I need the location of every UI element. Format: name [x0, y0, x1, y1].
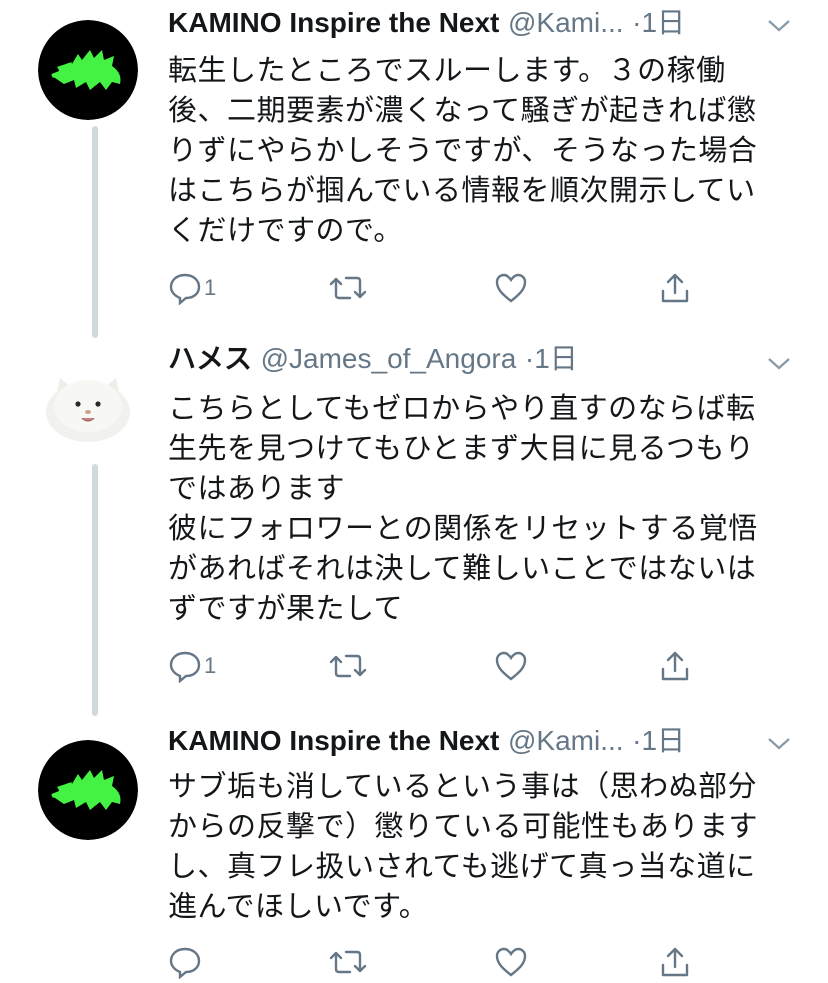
user-handle[interactable]: @Kami...: [508, 7, 624, 38]
tweet-text: サブ垢も消しているという事は（思わぬ部分 からの反撃で）懲りている可能性もありま…: [168, 766, 778, 926]
share-icon: [661, 651, 689, 681]
text-line: 後、二期要素が濃くなって騒ぎが起きれば懲: [168, 93, 757, 127]
reply-button[interactable]: 1: [168, 646, 216, 686]
reply-icon: [169, 651, 201, 683]
tweet-text: 転生したところでスルーします。３の稼働 後、二期要素が濃くなって騒ぎが起きれば懲…: [168, 50, 778, 250]
user-handle[interactable]: @James_of_Angora: [261, 343, 517, 374]
tweet-header: ハメス @James_of_Angora ·1日: [168, 340, 788, 378]
reply-button[interactable]: 1: [168, 268, 216, 308]
retweet-icon: [329, 654, 367, 678]
tweet[interactable]: KAMINO Inspire the Next @Kami... ·1日 転生し…: [0, 0, 828, 320]
avatar[interactable]: [38, 740, 138, 840]
chevron-down-icon[interactable]: [766, 16, 792, 36]
text-line: サブ垢も消しているという事は（思わぬ部分: [168, 769, 758, 803]
heart-icon: [495, 273, 527, 303]
text-line: があればそれは決して難しいことではないは: [168, 551, 757, 585]
like-button[interactable]: [494, 942, 528, 982]
heart-icon: [495, 651, 527, 681]
white-cat-icon: [38, 356, 138, 456]
reply-count: 1: [204, 275, 217, 300]
retweet-button[interactable]: [328, 942, 368, 982]
timestamp[interactable]: ·1日: [632, 725, 685, 756]
user-handle[interactable]: @Kami...: [508, 725, 624, 756]
text-line: くだけですので。: [168, 213, 403, 247]
tweet[interactable]: KAMINO Inspire the Next @Kami... ·1日 サブ垢…: [0, 720, 828, 983]
text-line: りずにやらかしそうですが、そうなった場合: [168, 133, 758, 167]
reply-icon: [169, 947, 201, 979]
share-button[interactable]: [658, 942, 692, 982]
display-name[interactable]: KAMINO Inspire the Next: [168, 725, 499, 756]
chevron-down-icon[interactable]: [766, 354, 792, 374]
share-button[interactable]: [658, 646, 692, 686]
green-crocodile-icon: [38, 20, 138, 120]
display-name[interactable]: ハメス: [168, 343, 252, 374]
tweet-actions: [168, 942, 728, 982]
share-icon: [661, 947, 689, 977]
display-name[interactable]: KAMINO Inspire the Next: [168, 7, 499, 38]
text-line: こちらとしてもゼロからやり直すのならば転: [168, 391, 756, 425]
text-line: 生先を見つけてもひとまず大目に見るつもり: [168, 431, 755, 465]
avatar[interactable]: [38, 20, 138, 120]
text-line: 転生したところでスルーします。３の稼働: [168, 53, 726, 87]
reply-button[interactable]: [168, 942, 204, 982]
text-line: 彼にフォロワーとの関係をリセットする覚悟: [168, 511, 758, 545]
timestamp[interactable]: ·1日: [632, 7, 685, 38]
retweet-button[interactable]: [328, 268, 368, 308]
text-line: 進んでほしいです。: [168, 889, 429, 923]
share-button[interactable]: [658, 268, 692, 308]
timestamp[interactable]: ·1日: [525, 343, 578, 374]
avatar[interactable]: [38, 356, 138, 456]
text-line: ずですが果たして: [168, 591, 404, 625]
heart-icon: [495, 947, 527, 977]
tweet[interactable]: ハメス @James_of_Angora ·1日 こちらとしてもゼロからやり直す…: [0, 334, 828, 704]
tweet-text: こちらとしてもゼロからやり直すのならば転 生先を見つけてもひとまず大目に見るつも…: [168, 388, 778, 628]
retweet-icon: [329, 276, 367, 300]
retweet-icon: [329, 950, 367, 974]
tweet-header: KAMINO Inspire the Next @Kami... ·1日: [168, 722, 788, 760]
tweet-header: KAMINO Inspire the Next @Kami... ·1日: [168, 4, 788, 42]
like-button[interactable]: [494, 268, 528, 308]
reply-icon: [169, 273, 201, 305]
text-line: ではあります: [168, 471, 346, 505]
chevron-down-icon[interactable]: [766, 734, 792, 754]
share-icon: [661, 273, 689, 303]
retweet-button[interactable]: [328, 646, 368, 686]
reply-count: 1: [204, 653, 217, 678]
text-line: はこちらが掴んでいる情報を順次開示してい: [168, 173, 756, 207]
tweet-actions: 1: [168, 268, 728, 308]
text-line: し、真フレ扱いされても逃げて真っ当な道に: [168, 849, 756, 883]
like-button[interactable]: [494, 646, 528, 686]
tweet-actions: 1: [168, 646, 728, 686]
text-line: からの反撃で）懲りている可能性もあります: [168, 809, 759, 843]
green-crocodile-icon: [38, 740, 138, 840]
